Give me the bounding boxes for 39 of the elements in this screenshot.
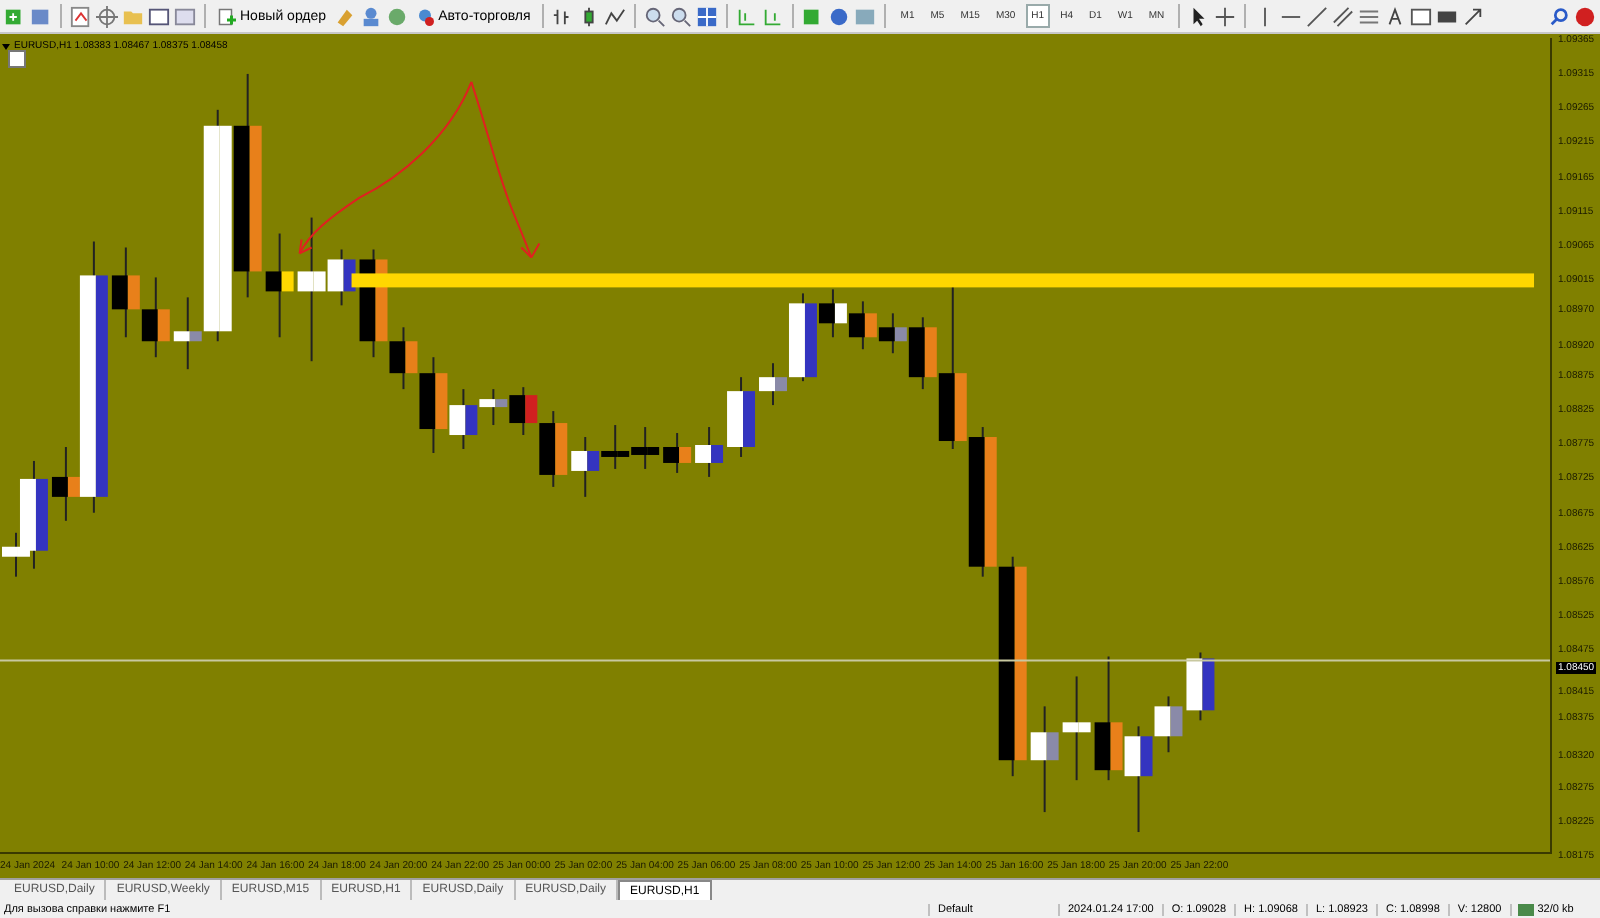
terminal-window-icon[interactable] xyxy=(148,5,170,27)
crosshair-target-icon[interactable] xyxy=(96,5,118,27)
search-icon[interactable] xyxy=(1548,5,1570,27)
candle xyxy=(727,376,756,458)
new-chart-icon[interactable] xyxy=(4,5,26,27)
bar-chart-icon[interactable] xyxy=(552,5,575,27)
zoom-out-icon[interactable] xyxy=(670,5,693,27)
auto-trading-icon xyxy=(416,7,435,25)
trend-line-icon[interactable] xyxy=(1306,5,1329,27)
text-icon[interactable] xyxy=(1384,5,1407,27)
dropdown-triangle-icon[interactable] xyxy=(2,44,10,50)
candle xyxy=(663,432,692,474)
arrows-icon[interactable] xyxy=(1462,5,1485,27)
candle xyxy=(848,300,877,351)
candle xyxy=(1062,675,1091,782)
candle xyxy=(571,436,600,498)
text-label-icon[interactable] xyxy=(1410,5,1433,27)
candle xyxy=(111,246,140,339)
candle xyxy=(695,426,724,478)
person-icon[interactable] xyxy=(360,5,383,27)
candle xyxy=(1030,705,1059,814)
market-watch-icon[interactable] xyxy=(70,5,92,27)
candle xyxy=(265,232,294,339)
tile-windows-icon[interactable] xyxy=(696,5,719,27)
line-chart-icon[interactable] xyxy=(604,5,627,27)
candle xyxy=(141,276,170,359)
crosshair-icon[interactable] xyxy=(1214,5,1237,27)
alert-icon[interactable] xyxy=(1574,5,1596,27)
auto-scroll-icon[interactable] xyxy=(736,5,759,27)
channel-icon[interactable] xyxy=(1332,5,1355,27)
candle xyxy=(631,426,660,470)
one-click-trading-toggle[interactable] xyxy=(8,50,26,68)
zoom-in-icon[interactable] xyxy=(644,5,667,27)
chart-shift-icon[interactable] xyxy=(762,5,785,27)
candle xyxy=(1186,651,1215,722)
candle xyxy=(601,424,630,470)
candle xyxy=(1094,655,1123,782)
new-order-icon xyxy=(218,7,236,25)
fibonacci-icon[interactable] xyxy=(1358,5,1381,27)
